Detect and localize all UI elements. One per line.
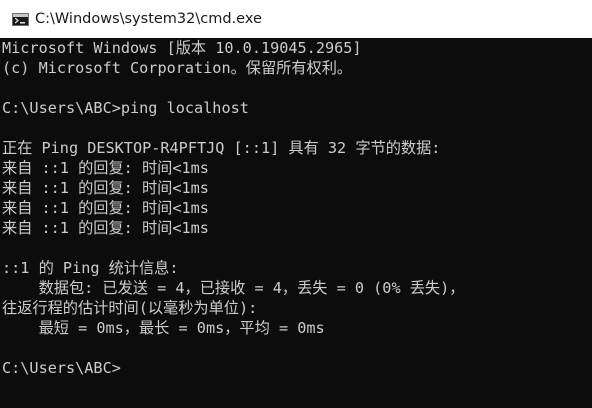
console-line-version: Microsoft Windows [版本 10.0.19045.2965] bbox=[2, 39, 362, 57]
console-line-stats-heading: ::1 的 Ping 统计信息: bbox=[2, 259, 179, 277]
console-line-packet-stats: 数据包: 已发送 = 4，已接收 = 4，丢失 = 0 (0% 丢失)， bbox=[2, 279, 465, 297]
console-output[interactable]: Microsoft Windows [版本 10.0.19045.2965] (… bbox=[0, 38, 592, 408]
console-prompt[interactable]: C:\Users\ABC> bbox=[2, 358, 121, 378]
command-prompt-icon bbox=[12, 12, 29, 26]
console-line-reply: 来自 ::1 的回复: 时间<1ms bbox=[2, 179, 209, 197]
console-line-reply: 来自 ::1 的回复: 时间<1ms bbox=[2, 199, 209, 217]
window-title: C:\Windows\system32\cmd.exe bbox=[35, 11, 262, 27]
console-line-rtt-stats: 最短 = 0ms，最长 = 0ms，平均 = 0ms bbox=[2, 319, 325, 337]
console-line-reply: 来自 ::1 的回复: 时间<1ms bbox=[2, 219, 209, 237]
console-line-ping-start: 正在 Ping DESKTOP-R4PFTJQ [::1] 具有 32 字节的数… bbox=[2, 139, 441, 157]
console-line-rtt-heading: 往返行程的估计时间(以毫秒为单位): bbox=[2, 299, 258, 317]
title-bar[interactable]: C:\Windows\system32\cmd.exe bbox=[0, 0, 592, 38]
console-line-command: C:\Users\ABC>ping localhost bbox=[2, 99, 249, 117]
console-line-copyright: (c) Microsoft Corporation。保留所有权利。 bbox=[2, 59, 353, 77]
console-line-reply: 来自 ::1 的回复: 时间<1ms bbox=[2, 159, 209, 177]
cmd-window: C:\Windows\system32\cmd.exe Microsoft Wi… bbox=[0, 0, 592, 408]
